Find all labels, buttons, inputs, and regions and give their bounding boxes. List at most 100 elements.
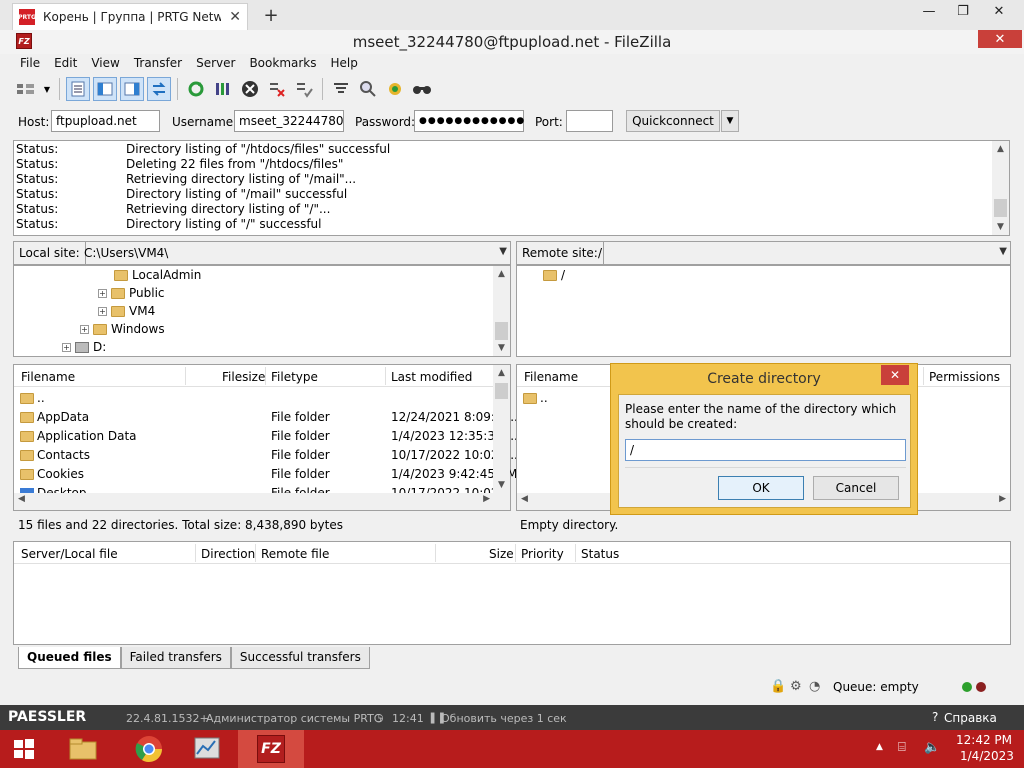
tab-successful-transfers[interactable]: Successful transfers	[230, 647, 370, 669]
ok-button[interactable]: OK	[718, 476, 804, 500]
column-filetype[interactable]: Filetype	[271, 370, 318, 384]
cancel-button[interactable]: Cancel	[813, 476, 899, 500]
log-scrollbar[interactable]: ▲ ▼	[992, 141, 1009, 235]
table-row[interactable]: Cookies File folder 1/4/2023 9:42:45 AM	[14, 465, 517, 484]
volume-icon[interactable]: 🔈	[924, 740, 940, 755]
tree-item[interactable]: + VM4	[98, 302, 155, 320]
column-remote-file[interactable]: Remote file	[261, 547, 329, 561]
tree-item[interactable]: + Public	[98, 284, 165, 302]
synchronized-browsing-icon[interactable]	[383, 77, 407, 101]
column-filename[interactable]: Filename	[524, 370, 578, 384]
disconnect-icon[interactable]	[265, 77, 289, 101]
minimize-icon[interactable]: —	[912, 0, 946, 22]
toggle-filter-icon[interactable]	[356, 77, 380, 101]
prtg-help[interactable]: Справка	[944, 711, 997, 725]
scroll-left-icon[interactable]: ◀	[521, 494, 528, 504]
taskbar-time[interactable]: 12:42 PM	[956, 733, 1012, 747]
scroll-up-icon[interactable]: ▲	[493, 266, 510, 282]
reconnect-icon[interactable]	[292, 77, 316, 101]
help-icon[interactable]: ?	[932, 710, 938, 724]
scroll-right-icon[interactable]: ▶	[483, 494, 490, 504]
scroll-right-icon[interactable]: ▶	[999, 494, 1006, 504]
menu-transfer[interactable]: Transfer	[134, 56, 182, 74]
tab-failed-transfers[interactable]: Failed transfers	[120, 647, 231, 669]
filezilla-close-button[interactable]: ✕	[978, 30, 1022, 48]
port-input[interactable]	[566, 110, 613, 132]
menu-bookmarks[interactable]: Bookmarks	[249, 56, 316, 74]
tab-close-icon[interactable]: ✕	[229, 9, 241, 25]
column-priority[interactable]: Priority	[521, 547, 564, 561]
tree-item[interactable]: + Windows	[80, 320, 165, 338]
local-files-hscrollbar[interactable]: ◀ ▶	[14, 493, 510, 510]
username-input[interactable]: mseet_32244780	[234, 110, 344, 132]
expand-icon[interactable]: +	[80, 324, 89, 334]
table-row[interactable]: AppData File folder 12/24/2021 8:09:28...	[14, 408, 522, 427]
password-input[interactable]: ●●●●●●●●●●●●	[414, 110, 524, 132]
tree-item[interactable]: LocalAdmin	[114, 266, 201, 284]
scroll-up-icon[interactable]: ▲	[493, 365, 510, 381]
chevron-down-icon[interactable]: ▼	[999, 246, 1007, 257]
remote-path-input[interactable]: /	[598, 246, 602, 260]
directory-filter-icon[interactable]	[329, 77, 353, 101]
scroll-left-icon[interactable]: ◀	[18, 494, 25, 504]
site-manager-icon[interactable]	[14, 77, 38, 101]
column-filesize[interactable]: Filesize	[222, 370, 265, 384]
column-size[interactable]: Size	[489, 547, 514, 561]
prtg-user[interactable]: Администратор системы PRTG	[206, 712, 382, 725]
scroll-down-icon[interactable]: ▼	[493, 340, 510, 356]
toggle-remote-tree-icon[interactable]	[120, 77, 144, 101]
filezilla-taskbar-icon[interactable]: FZ	[238, 730, 304, 768]
start-button[interactable]	[0, 730, 48, 768]
table-row[interactable]: ..	[14, 389, 494, 408]
table-row[interactable]: Contacts File folder 10/17/2022 10:02:4...	[14, 446, 522, 465]
refresh-icon[interactable]	[184, 77, 208, 101]
column-filename[interactable]: Filename	[21, 370, 75, 384]
site-manager-dropdown-icon[interactable]: ▼	[41, 77, 53, 101]
tab-queued-files[interactable]: Queued files	[18, 647, 121, 669]
local-tree-scrollbar[interactable]: ▲ ▼	[493, 266, 510, 356]
quickconnect-button[interactable]: Quickconnect	[626, 110, 720, 132]
scroll-down-icon[interactable]: ▼	[992, 219, 1009, 235]
column-direction[interactable]: Direction	[201, 547, 255, 561]
taskbar-date[interactable]: 1/4/2023	[960, 749, 1014, 763]
tree-item[interactable]: /	[543, 266, 565, 284]
local-path-input[interactable]: C:\Users\VM4\	[84, 246, 168, 260]
toggle-local-tree-icon[interactable]	[93, 77, 117, 101]
table-row[interactable]: Application Data File folder 1/4/2023 12:3…	[14, 427, 518, 446]
column-status[interactable]: Status	[581, 547, 619, 561]
directory-name-input[interactable]: /	[625, 439, 906, 461]
menu-edit[interactable]: Edit	[54, 56, 77, 74]
menu-help[interactable]: Help	[331, 56, 358, 74]
dialog-close-button[interactable]: ✕	[881, 365, 909, 385]
column-last-modified[interactable]: Last modified	[391, 370, 472, 384]
menu-server[interactable]: Server	[196, 56, 235, 74]
browser-tab[interactable]: PRTG Корень | Группа | PRTG Network ✕	[12, 3, 248, 30]
expand-icon[interactable]: +	[62, 342, 71, 352]
expand-icon[interactable]: +	[98, 306, 107, 316]
chevron-down-icon[interactable]: ▼	[499, 246, 507, 257]
tree-item[interactable]: + D:	[62, 338, 106, 356]
quickconnect-dropdown-icon[interactable]: ▼	[721, 110, 739, 132]
tray-expand-icon[interactable]: ▲	[876, 742, 883, 752]
menu-view[interactable]: View	[91, 56, 119, 74]
local-files-scrollbar[interactable]: ▲ ▼	[493, 365, 510, 493]
process-queue-icon[interactable]	[211, 77, 235, 101]
column-server-local-file[interactable]: Server/Local file	[21, 547, 118, 561]
chrome-taskbar-icon[interactable]	[116, 730, 182, 768]
host-input[interactable]: ftpupload.net	[51, 110, 160, 132]
prtg-taskbar-icon[interactable]	[174, 730, 240, 768]
scroll-down-icon[interactable]: ▼	[493, 477, 510, 493]
menu-file[interactable]: File	[20, 56, 40, 74]
network-icon[interactable]: ⌸	[898, 740, 906, 755]
toggle-log-icon[interactable]	[66, 77, 90, 101]
restore-icon[interactable]: ❐	[946, 0, 980, 22]
new-tab-button[interactable]: +	[260, 4, 282, 26]
file-explorer-taskbar-icon[interactable]	[50, 730, 116, 768]
scroll-up-icon[interactable]: ▲	[992, 141, 1009, 157]
expand-icon[interactable]: +	[98, 288, 107, 298]
speed-limit-icon[interactable]: ◔	[809, 679, 820, 694]
toggle-queue-icon[interactable]	[147, 77, 171, 101]
close-window-icon[interactable]: ✕	[982, 0, 1016, 22]
cancel-operation-icon[interactable]	[238, 77, 262, 101]
column-permissions[interactable]: Permissions	[929, 370, 1000, 384]
